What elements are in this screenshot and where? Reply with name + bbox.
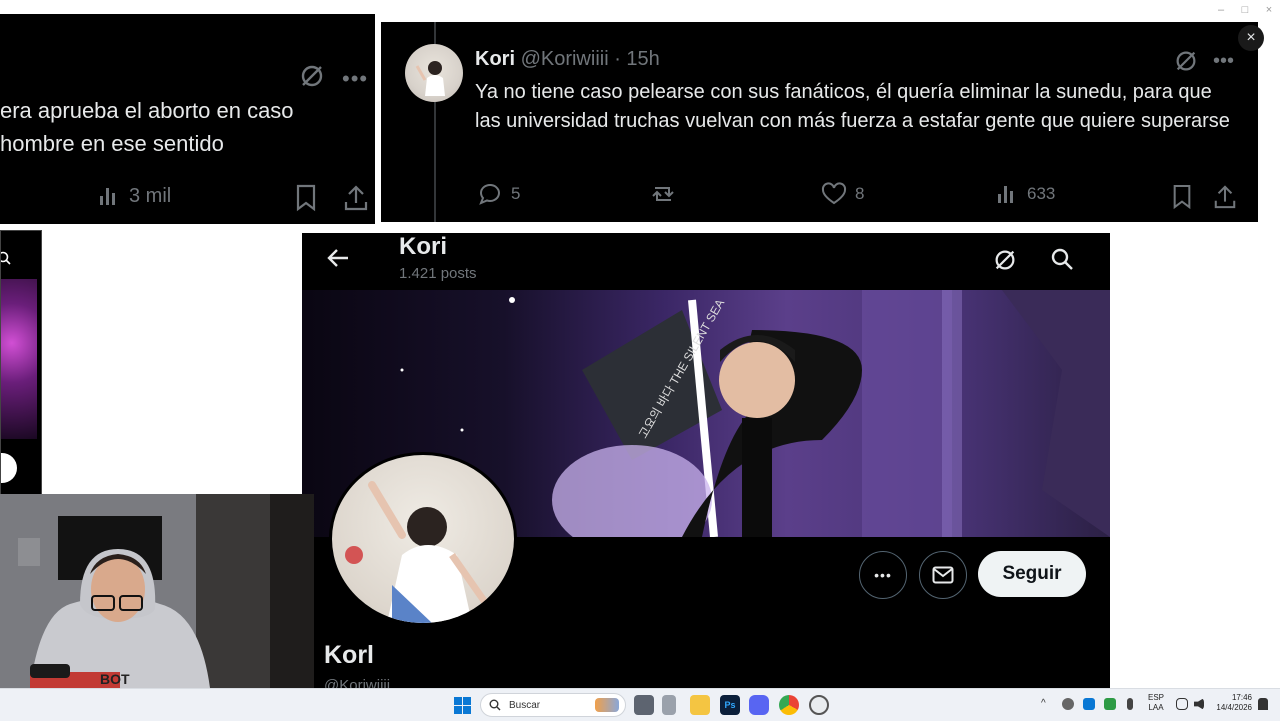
grok-icon[interactable] [298, 62, 326, 90]
taskbar: Buscar Ps ^ ESP LAA 17:46 14/4/2026 [0, 688, 1280, 721]
chrome-icon[interactable] [779, 695, 799, 715]
maximize-button[interactable]: □ [1238, 4, 1252, 16]
reply-action[interactable]: 5 [477, 182, 520, 206]
svg-text:BOT: BOT [100, 671, 130, 687]
close-button[interactable]: × [1238, 25, 1264, 51]
clock-date: 14/4/2026 [1216, 703, 1252, 712]
volume-icon[interactable] [1194, 698, 1204, 710]
views-icon [100, 188, 115, 205]
search-icon[interactable] [0, 251, 11, 265]
views-count: 3 mil [129, 184, 172, 207]
microphone-icon[interactable] [1127, 698, 1133, 710]
task-view-icon[interactable] [634, 695, 654, 715]
profile-page: Kori 1.421 posts 고요의 바다 THE SILENT SEA •… [302, 233, 1110, 694]
cropped-image-panel [0, 230, 42, 495]
language-indicator[interactable]: ESP LAA [1148, 693, 1164, 713]
app-icon-2[interactable] [809, 695, 829, 715]
bookmark-icon[interactable] [1171, 184, 1193, 210]
follow-button[interactable]: Seguir [978, 551, 1086, 597]
profile-header-name: Kori [399, 233, 447, 260]
profile-display-name: Korl [324, 641, 374, 669]
repost-icon [652, 187, 674, 201]
tweet-text: Ya no tiene caso pelearse con sus fanáti… [475, 81, 1230, 132]
more-options-button[interactable]: ••• [859, 551, 907, 599]
tweet-header: Kori @Koriwiiii · 15h [475, 48, 660, 71]
share-icon[interactable] [343, 184, 369, 212]
tray-icon-3[interactable] [1104, 698, 1116, 710]
clock-time: 17:46 [1231, 693, 1252, 702]
bookmark-icon[interactable] [294, 184, 318, 212]
lang-top: ESP [1148, 693, 1165, 702]
repost-action[interactable] [649, 182, 677, 206]
tray-icon-2[interactable] [1083, 698, 1095, 710]
minimize-button[interactable]: – [1214, 4, 1228, 16]
reply-icon [479, 183, 500, 205]
app-icon[interactable] [662, 695, 676, 715]
search-icon [489, 699, 501, 711]
taskbar-search[interactable]: Buscar [480, 693, 626, 717]
more-options-icon[interactable]: ••• [342, 66, 368, 92]
tweet-time[interactable]: · 15h [614, 48, 660, 70]
pill-shape [1, 453, 17, 483]
views-count: 633 [1027, 184, 1056, 203]
discord-icon[interactable] [749, 695, 769, 715]
purple-photo [1, 279, 37, 439]
tray-chevron-icon[interactable]: ^ [1041, 698, 1046, 709]
reply-count: 5 [511, 184, 521, 203]
heart-icon [821, 182, 847, 205]
notification-icon[interactable] [1258, 698, 1268, 710]
webcam-feed: BOT [0, 494, 314, 688]
tray-icon-1[interactable] [1062, 698, 1074, 710]
window-close-button[interactable]: × [1262, 4, 1276, 16]
tweet-card-right: Kori @Koriwiiii · 15h ••• Ya no tiene ca… [381, 22, 1258, 222]
search-highlight-icon [595, 698, 619, 712]
search-icon[interactable] [1050, 247, 1074, 271]
windows-logo-icon [454, 697, 471, 714]
message-button[interactable] [919, 551, 967, 599]
posts-count: 1.421 posts [399, 265, 477, 282]
search-placeholder: Buscar [509, 699, 541, 711]
views-icon [998, 186, 1013, 203]
photoshop-icon[interactable]: Ps [720, 695, 740, 715]
file-explorer-icon[interactable] [690, 695, 710, 715]
views-stat[interactable]: 3 mil [97, 184, 171, 208]
mail-icon [932, 566, 954, 584]
grok-icon[interactable] [992, 247, 1018, 273]
network-icon[interactable] [1176, 698, 1188, 710]
share-icon[interactable] [1213, 184, 1237, 210]
avatar[interactable] [405, 44, 463, 102]
tweet-text: era aprueba el aborto en caso hombre en … [0, 98, 294, 156]
back-arrow-icon[interactable] [326, 247, 350, 269]
profile-avatar[interactable] [329, 452, 517, 626]
tweet-card-left: ••• era aprueba el aborto en caso hombre… [0, 14, 375, 224]
lang-bottom: LAA [1148, 703, 1164, 712]
author-handle[interactable]: @Koriwiiii [521, 48, 609, 70]
like-action[interactable]: 8 [821, 182, 864, 206]
views-stat[interactable]: 633 [995, 182, 1055, 206]
like-count: 8 [855, 184, 865, 203]
start-button[interactable] [454, 697, 471, 714]
grok-icon[interactable] [1173, 48, 1199, 74]
clock[interactable]: 17:46 14/4/2026 [1210, 693, 1252, 713]
author-name[interactable]: Kori [475, 48, 515, 70]
more-options-icon[interactable]: ••• [1213, 50, 1234, 73]
